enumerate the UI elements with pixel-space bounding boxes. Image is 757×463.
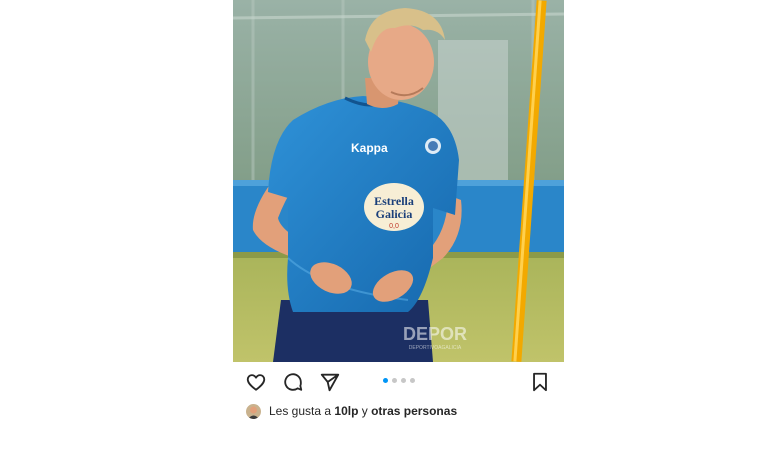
- likes-others-link[interactable]: otras personas: [371, 404, 457, 418]
- likes-user-link[interactable]: 10lp: [334, 404, 358, 418]
- sponsor-text-1: Estrella: [374, 194, 414, 208]
- heart-icon[interactable]: [245, 371, 267, 393]
- carousel-dot[interactable]: [410, 378, 415, 383]
- sponsor-text-3: 0,0: [389, 223, 399, 230]
- watermark-text: DEPOR: [403, 324, 467, 344]
- send-icon[interactable]: [319, 371, 341, 393]
- carousel-dot[interactable]: [401, 378, 406, 383]
- likes-summary: Les gusta a 10lp y otras personas: [246, 401, 457, 421]
- bookmark-icon[interactable]: [529, 371, 551, 393]
- carousel-indicator: [383, 378, 415, 384]
- watermark-subtext: DEPORTIVOAGALICIA: [409, 345, 462, 351]
- sponsor-text-2: Galicia: [376, 207, 413, 221]
- likes-prefix: Les gusta a: [269, 404, 335, 418]
- carousel-dot-active[interactable]: [383, 378, 388, 383]
- shirt-brand-text: Kappa: [351, 141, 388, 155]
- post-action-bar: [233, 362, 564, 400]
- avatar[interactable]: [246, 403, 261, 419]
- post-photo-svg: Kappa Estrella Galicia 0,0 DEPOR DEPORTI…: [233, 0, 564, 362]
- post-photo[interactable]: Kappa Estrella Galicia 0,0 DEPOR DEPORTI…: [233, 0, 564, 362]
- instagram-post: Kappa Estrella Galicia 0,0 DEPOR DEPORTI…: [233, 0, 564, 463]
- comment-icon[interactable]: [282, 371, 304, 393]
- carousel-dot[interactable]: [392, 378, 397, 383]
- likes-middle: y: [358, 404, 372, 418]
